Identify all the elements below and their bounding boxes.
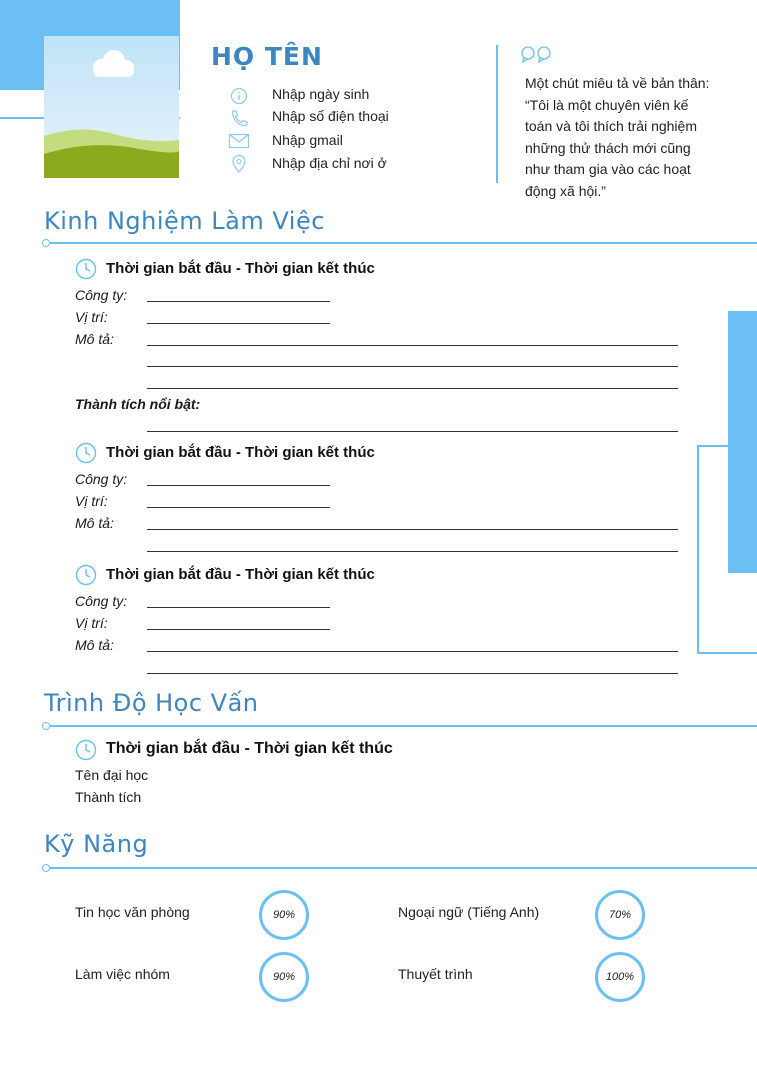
location-pin-icon	[228, 154, 250, 173]
education-achievement[interactable]: Thành tích	[75, 789, 141, 805]
skill-level-circle: 70%	[595, 890, 645, 940]
description-input-line[interactable]	[147, 551, 678, 552]
address-field[interactable]: Nhập địa chỉ nơi ở	[272, 155, 387, 171]
achievement-input-line[interactable]	[147, 431, 678, 432]
profile-photo[interactable]	[44, 36, 179, 178]
description-label: Mô tả:	[75, 515, 114, 531]
clock-icon	[75, 739, 97, 761]
skill-name[interactable]: Làm việc nhóm	[75, 966, 170, 982]
company-input-line[interactable]	[147, 607, 330, 608]
description-label: Mô tả:	[75, 331, 114, 347]
experience-title: Kinh Nghiệm Làm Việc	[44, 207, 325, 235]
section-dot	[42, 864, 50, 872]
position-input-line[interactable]	[147, 323, 330, 324]
about-line: động xã hội.”	[525, 182, 606, 199]
company-input-line[interactable]	[147, 485, 330, 486]
skill-name[interactable]: Ngoại ngữ (Tiếng Anh)	[398, 904, 539, 920]
about-text[interactable]: Một chút miêu tả về bản thân: “Tôi là mộ…	[525, 73, 745, 202]
education-period[interactable]: Thời gian bắt đầu - Thời gian kết thúc	[106, 740, 393, 758]
job-period[interactable]: Thời gian bắt đầu - Thời gian kết thúc	[106, 444, 375, 461]
right-decoration-frame	[697, 445, 757, 654]
skills-title: Kỹ Năng	[44, 830, 149, 858]
skill-name[interactable]: Tin học văn phòng	[75, 904, 190, 920]
section-dot	[42, 722, 50, 730]
description-input-line[interactable]	[147, 366, 678, 367]
skill-level-circle: 100%	[595, 952, 645, 1002]
email-field[interactable]: Nhập gmail	[272, 132, 343, 148]
description-label: Mô tả:	[75, 637, 114, 653]
skill-level-circle: 90%	[259, 890, 309, 940]
description-input-line[interactable]	[147, 345, 678, 346]
skill-name[interactable]: Thuyết trình	[398, 966, 473, 982]
section-rule	[50, 242, 757, 244]
birthdate-field[interactable]: Nhập ngày sinh	[272, 86, 369, 102]
job-period[interactable]: Thời gian bắt đầu - Thời gian kết thúc	[106, 566, 375, 583]
section-rule	[50, 725, 757, 727]
about-line: “Tôi là một chuyên viên kế	[525, 96, 689, 113]
clock-icon	[75, 258, 97, 280]
company-label: Công ty:	[75, 471, 128, 487]
phone-field[interactable]: Nhập số điện thoại	[272, 108, 389, 124]
description-input-line[interactable]	[147, 651, 678, 652]
skill-level-circle: 90%	[259, 952, 309, 1002]
section-dot	[42, 239, 50, 247]
position-label: Vị trí:	[75, 309, 108, 325]
school-name[interactable]: Tên đại học	[75, 767, 148, 783]
position-input-line[interactable]	[147, 507, 330, 508]
position-label: Vị trí:	[75, 493, 108, 509]
description-input-line[interactable]	[147, 529, 678, 530]
full-name: HỌ TÊN	[211, 42, 323, 71]
position-input-line[interactable]	[147, 629, 330, 630]
info-icon	[228, 87, 250, 105]
about-line: Một chút miêu tả về bản thân:	[525, 75, 710, 91]
company-input-line[interactable]	[147, 301, 330, 302]
clock-icon	[75, 442, 97, 464]
about-line: toán và tôi thích trải nghiệm	[525, 118, 697, 134]
description-input-line[interactable]	[147, 673, 678, 674]
quote-icon	[521, 45, 553, 68]
company-label: Công ty:	[75, 593, 128, 609]
section-rule	[50, 867, 757, 869]
clock-icon	[75, 564, 97, 586]
description-input-line[interactable]	[147, 388, 678, 389]
achievement-label: Thành tích nổi bật:	[75, 396, 201, 412]
about-line: như tham gia vào các hoạt	[525, 161, 691, 177]
header-divider	[496, 45, 498, 183]
mail-icon	[228, 132, 250, 150]
job-period[interactable]: Thời gian bắt đầu - Thời gian kết thúc	[106, 260, 375, 277]
company-label: Công ty:	[75, 287, 128, 303]
about-line: những thử thách mới cũng	[525, 139, 691, 156]
position-label: Vị trí:	[75, 615, 108, 631]
education-title: Trình Độ Học Vấn	[44, 689, 259, 717]
phone-icon	[228, 109, 250, 127]
